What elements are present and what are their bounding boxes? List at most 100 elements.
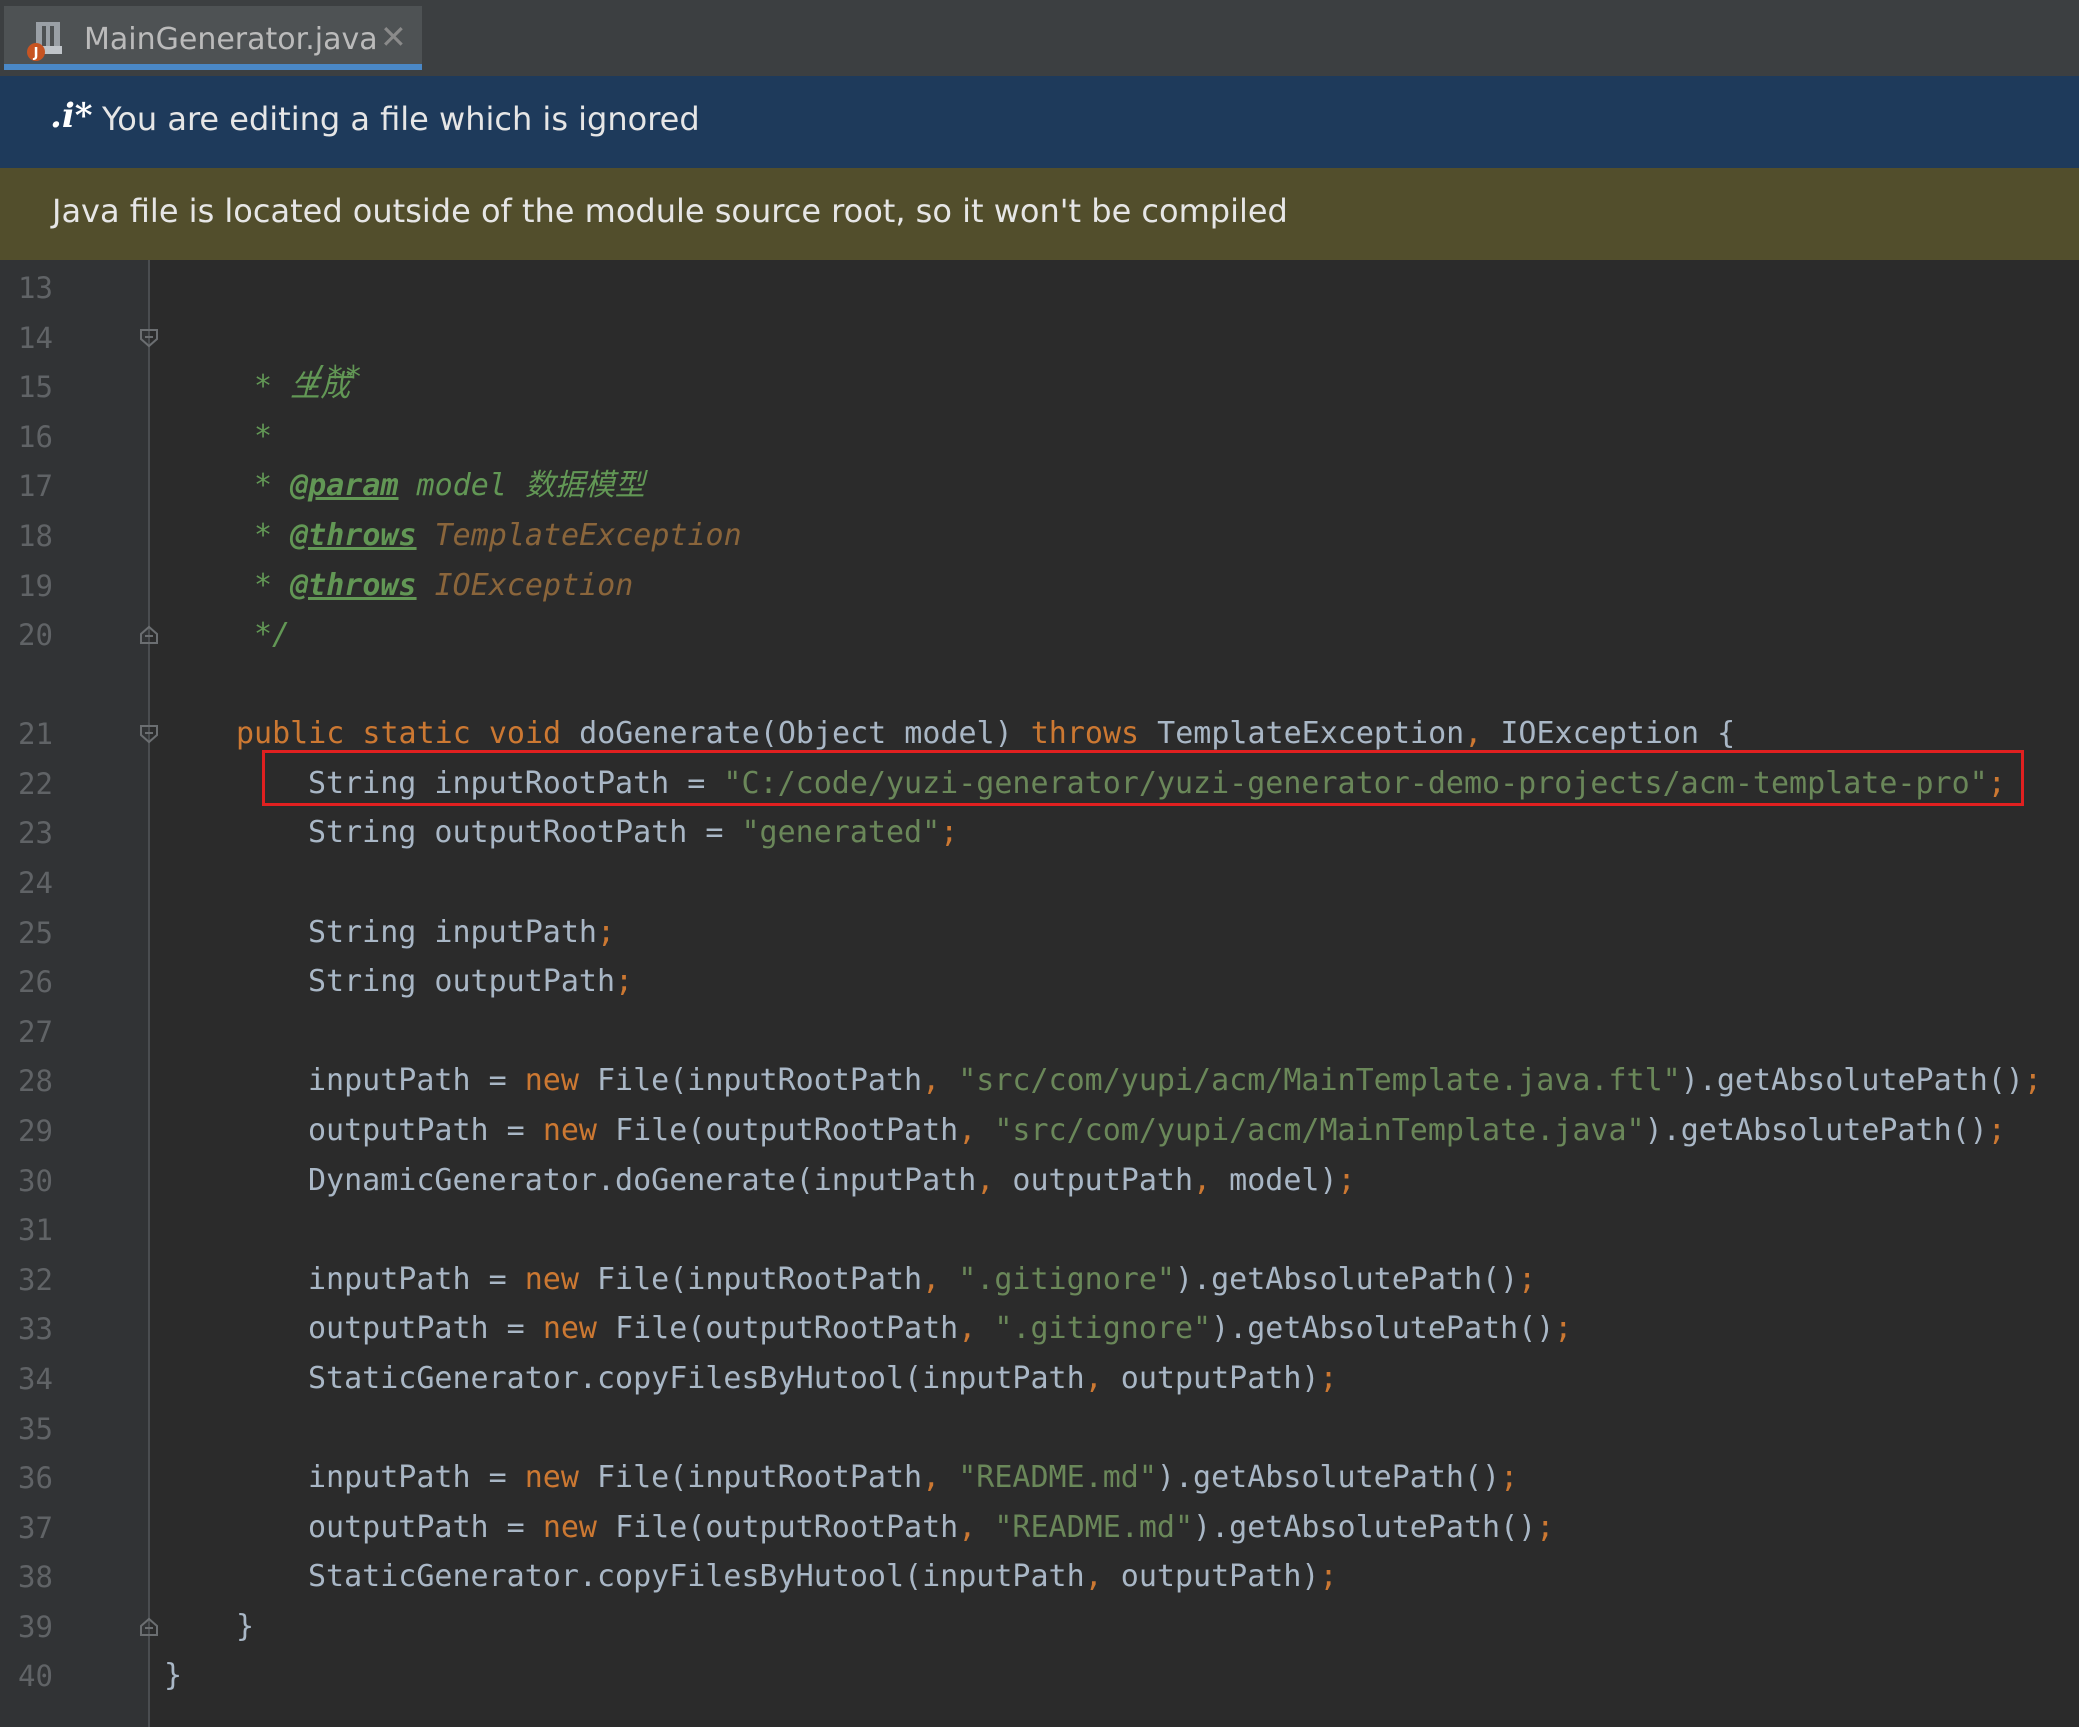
method-call: ).getAbsolutePath() bbox=[1193, 1510, 1537, 1545]
code-line-18: * @throws TemplateException bbox=[254, 516, 742, 556]
line-number: 33 bbox=[18, 1312, 53, 1346]
assignment: inputPath = bbox=[308, 1262, 525, 1297]
assignment: outputPath = bbox=[308, 1113, 543, 1148]
line-number: 37 bbox=[18, 1511, 53, 1545]
javadoc-exception-name: TemplateException bbox=[416, 518, 742, 553]
close-icon[interactable]: ✕ bbox=[380, 18, 407, 56]
code-line-25: String inputPath; bbox=[308, 913, 615, 953]
constructor-call: File(inputRootPath bbox=[597, 1262, 923, 1297]
tab-main-generator[interactable]: J MainGenerator.java ✕ bbox=[4, 6, 422, 70]
fold-close-icon[interactable] bbox=[138, 624, 160, 646]
line-number: 27 bbox=[18, 1015, 53, 1049]
punctuation: ; bbox=[1987, 1113, 2006, 1148]
argument: outputPath) bbox=[1120, 1361, 1320, 1396]
code-line-33: outputPath = new File(outputRootPath, ".… bbox=[308, 1309, 1572, 1349]
punctuation: ; bbox=[1337, 1163, 1356, 1198]
punctuation: , bbox=[958, 1510, 995, 1545]
code-line-20: */ bbox=[254, 615, 290, 655]
doc-comment: * bbox=[254, 518, 291, 553]
code-line-29: outputPath = new File(outputRootPath, "s… bbox=[308, 1111, 2006, 1151]
assignment: inputPath = bbox=[308, 1063, 525, 1098]
punctuation: , bbox=[1464, 716, 1501, 751]
line-number: 26 bbox=[18, 965, 53, 999]
constructor-call: File(inputRootPath bbox=[597, 1460, 923, 1495]
source-root-warning-banner: Java file is located outside of the modu… bbox=[0, 168, 2079, 260]
line-number: 14 bbox=[18, 321, 53, 355]
line-number: 40 bbox=[18, 1659, 53, 1693]
line-number: 31 bbox=[18, 1213, 53, 1247]
line-number: 19 bbox=[18, 569, 53, 603]
line-number: 34 bbox=[18, 1362, 53, 1396]
string-literal: ".gitignore" bbox=[994, 1311, 1212, 1346]
constructor-call: File(outputRootPath bbox=[615, 1113, 959, 1148]
code-line-19: * @throws IOException bbox=[254, 566, 633, 606]
keyword: throws bbox=[1030, 716, 1158, 751]
line-number: 23 bbox=[18, 816, 53, 850]
declaration: String outputRootPath = bbox=[308, 815, 742, 850]
method-call: ).getAbsolutePath() bbox=[1174, 1262, 1519, 1297]
method-call: ).getAbsolutePath() bbox=[1644, 1113, 1988, 1148]
punctuation: , bbox=[1084, 1559, 1121, 1594]
line-number: 35 bbox=[18, 1412, 53, 1446]
line-number: 15 bbox=[18, 370, 53, 404]
code-line-37: outputPath = new File(outputRootPath, "R… bbox=[308, 1508, 1554, 1548]
fold-open-icon[interactable] bbox=[138, 723, 160, 745]
doc-comment: * bbox=[254, 419, 273, 454]
keyword: new bbox=[542, 1113, 616, 1148]
source-root-warning-message: Java file is located outside of the modu… bbox=[52, 192, 1288, 230]
code-line-28: inputPath = new File(inputRootPath, "src… bbox=[308, 1061, 2042, 1101]
constructor-call: File(inputRootPath bbox=[597, 1063, 923, 1098]
closing-brace: } bbox=[236, 1609, 255, 1644]
punctuation: ; bbox=[1518, 1262, 1537, 1297]
punctuation: , bbox=[1193, 1163, 1230, 1198]
punctuation: ; bbox=[940, 815, 959, 850]
line-number: 21 bbox=[18, 717, 53, 751]
line-number: 18 bbox=[18, 519, 53, 553]
assignment: outputPath = bbox=[308, 1510, 543, 1545]
punctuation: , bbox=[922, 1063, 959, 1098]
line-number: 32 bbox=[18, 1263, 53, 1297]
fold-close-icon[interactable] bbox=[138, 1616, 160, 1638]
method-signature: doGenerate(Object model) bbox=[579, 716, 1031, 751]
code-line-32: inputPath = new File(inputRootPath, ".gi… bbox=[308, 1260, 1536, 1300]
punctuation: , bbox=[1084, 1361, 1121, 1396]
doc-comment-text: 生成 bbox=[290, 369, 351, 404]
keyword: new bbox=[542, 1311, 616, 1346]
declaration: String inputPath bbox=[308, 915, 597, 950]
closing-brace: } bbox=[164, 1658, 183, 1693]
code-line-23: String outputRootPath = "generated"; bbox=[308, 813, 958, 853]
ignored-file-message: You are editing a file which is ignored bbox=[102, 100, 700, 138]
javadoc-throws-tag: @throws bbox=[290, 518, 417, 553]
line-number: 24 bbox=[18, 866, 53, 900]
code-line-38: StaticGenerator.copyFilesByHutool(inputP… bbox=[308, 1557, 1338, 1597]
method-call: StaticGenerator.copyFilesByHutool(inputP… bbox=[308, 1559, 1085, 1594]
fold-open-icon[interactable] bbox=[138, 327, 160, 349]
string-literal: ".gitignore" bbox=[958, 1262, 1175, 1297]
code-line-40: } bbox=[164, 1656, 182, 1696]
constructor-call: File(outputRootPath bbox=[615, 1510, 959, 1545]
highlight-annotation-box bbox=[262, 750, 2024, 806]
punctuation: ; bbox=[1554, 1311, 1573, 1346]
string-literal: "generated" bbox=[741, 815, 941, 850]
line-number: 20 bbox=[18, 618, 53, 652]
code-line-39: } bbox=[236, 1607, 254, 1647]
ignore-file-icon: .i* bbox=[50, 96, 93, 136]
code-line-16: * bbox=[254, 417, 272, 457]
line-number: 36 bbox=[18, 1461, 53, 1495]
method-call: DynamicGenerator.doGenerate(inputPath bbox=[308, 1163, 977, 1198]
keyword: new bbox=[542, 1510, 616, 1545]
string-literal: "src/com/yupi/acm/MainTemplate.java" bbox=[994, 1113, 1645, 1148]
string-literal: "README.md" bbox=[994, 1510, 1194, 1545]
doc-comment: * bbox=[254, 468, 291, 503]
keyword: new bbox=[524, 1262, 597, 1297]
ignored-file-banner: .i* You are editing a file which is igno… bbox=[0, 76, 2079, 168]
code-editor[interactable]: 13 14 15 16 17 18 19 20 21 22 23 24 25 2… bbox=[0, 260, 2079, 1727]
exception-type: IOException { bbox=[1500, 716, 1736, 751]
argument: outputPath bbox=[1012, 1163, 1194, 1198]
assignment: inputPath = bbox=[308, 1460, 525, 1495]
code-line-26: String outputPath; bbox=[308, 962, 633, 1002]
code-line-15: * 生成 bbox=[254, 367, 350, 407]
method-call: ).getAbsolutePath() bbox=[1680, 1063, 2024, 1098]
java-file-icon: J bbox=[26, 20, 66, 62]
punctuation: , bbox=[958, 1311, 995, 1346]
